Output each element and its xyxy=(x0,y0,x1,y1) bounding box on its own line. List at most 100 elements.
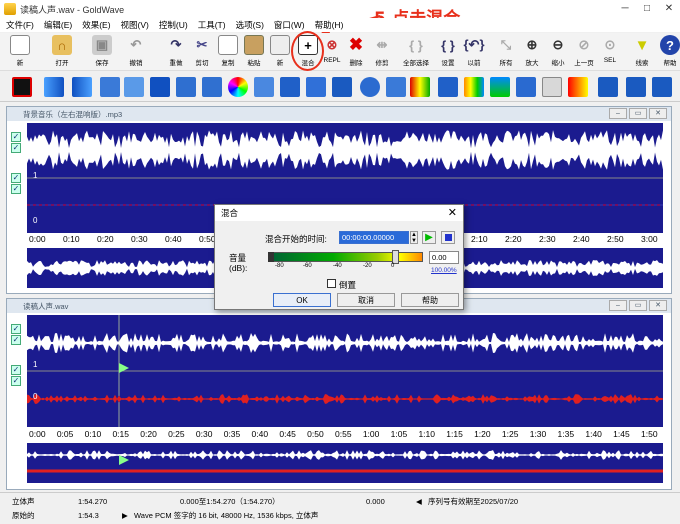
mix-start-time-input[interactable] xyxy=(339,231,409,244)
help-button[interactable]: ? 帮助 xyxy=(656,35,680,69)
mix-volume-input[interactable] xyxy=(429,251,459,264)
maximize-button[interactable]: □ xyxy=(636,0,658,18)
effect-10-icon[interactable] xyxy=(280,77,300,97)
voice-right-channel-check[interactable]: ✓ xyxy=(11,376,21,386)
menu-file[interactable]: 文件(F) xyxy=(6,19,34,31)
mix-volume-thumb[interactable] xyxy=(392,250,399,264)
voice-right-channel-toggle[interactable]: ✓ xyxy=(11,365,21,375)
menu-help[interactable]: 帮助(H) xyxy=(315,19,344,31)
effect-8-icon[interactable] xyxy=(228,77,248,97)
effect-11-icon[interactable] xyxy=(306,77,326,97)
effect-9-icon[interactable] xyxy=(254,77,274,97)
new-button[interactable]: 新 xyxy=(6,35,34,69)
mix-volume-slider[interactable] xyxy=(268,250,423,264)
paste-icon xyxy=(244,35,264,55)
menu-control[interactable]: 控制(U) xyxy=(159,19,188,31)
menu-options[interactable]: 选项(S) xyxy=(236,19,264,31)
close-button[interactable]: ✕ xyxy=(658,0,680,18)
effect-5-icon[interactable] xyxy=(150,77,170,97)
menu-view[interactable]: 视图(V) xyxy=(121,19,149,31)
voice-restore-button[interactable]: ▭ xyxy=(629,300,647,311)
effect-4-icon[interactable] xyxy=(124,77,144,97)
zoom-in-button[interactable]: ⊕ 放大 xyxy=(518,35,546,69)
menu-bar: 文件(F) 编辑(E) 效果(E) 视图(V) 控制(U) 工具(T) 选项(S… xyxy=(0,18,680,32)
zoom-out-button[interactable]: ⊖ 缩小 xyxy=(544,35,572,69)
cut-button[interactable]: ✂ 剪切 xyxy=(188,35,216,69)
effect-1-icon[interactable] xyxy=(44,77,64,97)
trim-button[interactable]: ⇹ 修剪 xyxy=(368,35,396,69)
effect-3-icon[interactable] xyxy=(100,77,120,97)
voice-left-channel-check[interactable]: ✓ xyxy=(11,335,21,345)
effect-6-icon[interactable] xyxy=(176,77,196,97)
sel-button[interactable]: ⊙ SEL xyxy=(596,35,624,69)
mix-play-button[interactable]: ▶ xyxy=(422,231,436,244)
status-original-label: 原始的 xyxy=(12,511,35,520)
effect-16-icon[interactable] xyxy=(438,77,458,97)
mix-start-time-spinner[interactable]: ▲ ▼ xyxy=(410,231,418,244)
mix-help-button[interactable]: 帮助 xyxy=(401,293,459,307)
effect-18-icon[interactable] xyxy=(490,77,510,97)
music-right-channel-check[interactable]: ✓ xyxy=(11,184,21,194)
effect-24-icon[interactable] xyxy=(652,77,672,97)
voice-waveform[interactable]: 1 0 xyxy=(27,315,663,427)
prev-page-button[interactable]: ⊘ 上一页 xyxy=(570,35,598,69)
voice-close-button[interactable]: ✕ xyxy=(649,300,667,311)
effect-19-icon[interactable] xyxy=(516,77,536,97)
cue-button[interactable]: ▼ 线索 xyxy=(628,35,656,69)
effect-17-icon[interactable] xyxy=(464,77,484,97)
paste-new-button[interactable]: 新 xyxy=(266,35,294,69)
mix-ok-button[interactable]: OK xyxy=(273,293,331,307)
music-window-title: 背景音乐（左右混响版）.mp3 xyxy=(23,109,123,119)
mix-volume-percent-link[interactable]: 100.00% xyxy=(431,267,457,274)
copy-button[interactable]: 复制 xyxy=(214,35,242,69)
effects-toolbar xyxy=(0,72,680,102)
menu-edit[interactable]: 编辑(E) xyxy=(44,19,72,31)
minimize-button[interactable]: ─ xyxy=(614,0,636,18)
effect-15-icon[interactable] xyxy=(410,77,430,97)
stop-effect-icon[interactable] xyxy=(12,77,32,97)
music-left-channel-toggle[interactable]: ✓ xyxy=(11,132,21,142)
effect-23-icon[interactable] xyxy=(626,77,646,97)
music-left-channel-check[interactable]: ✓ xyxy=(11,143,21,153)
music-restore-button[interactable]: ▭ xyxy=(629,108,647,119)
effect-13-icon[interactable] xyxy=(360,77,380,97)
undo-button[interactable]: ↶ 撤销 xyxy=(122,35,150,69)
status-mode: 立体声 xyxy=(12,497,35,506)
effect-14-icon[interactable] xyxy=(386,77,406,97)
mix-dialog-close-icon[interactable]: ✕ xyxy=(448,205,457,221)
select-all-button[interactable]: { } 全部选择 xyxy=(402,35,430,69)
previous-button[interactable]: {↶} 以前 xyxy=(460,35,488,69)
redo-icon: ↷ xyxy=(170,37,182,52)
effect-22-icon[interactable] xyxy=(598,77,618,97)
mix-cancel-button[interactable]: 取消 xyxy=(337,293,395,307)
set-button[interactable]: { } 设置 xyxy=(434,35,462,69)
timeline-tick: 0:55 xyxy=(335,429,352,439)
menu-effect[interactable]: 效果(E) xyxy=(82,19,110,31)
menu-tools[interactable]: 工具(T) xyxy=(198,19,226,31)
effect-2-icon[interactable] xyxy=(72,77,92,97)
effect-20-icon[interactable] xyxy=(542,77,562,97)
mix-stop-button[interactable] xyxy=(441,231,455,244)
scale-tick-0: 0 xyxy=(391,263,395,269)
music-minimize-button[interactable]: – xyxy=(609,108,627,119)
all-button[interactable]: ⤡ 所有 xyxy=(492,35,520,69)
voice-minimize-button[interactable]: – xyxy=(609,300,627,311)
effect-12-icon[interactable] xyxy=(332,77,352,97)
delete-button[interactable]: ✖ 删除 xyxy=(342,35,370,69)
voice-channel-label-0: 0 xyxy=(33,392,38,401)
paste-button[interactable]: 粘贴 xyxy=(240,35,268,69)
effect-7-icon[interactable] xyxy=(202,77,222,97)
effect-21-icon[interactable] xyxy=(568,77,588,97)
voice-overview[interactable] xyxy=(27,443,663,483)
music-close-button[interactable]: ✕ xyxy=(649,108,667,119)
open-button[interactable]: ∩ 打开 xyxy=(48,35,76,69)
voice-window: 读稿人声.wav – ▭ ✕ ✓ ✓ ✓ ✓ 1 0 0:00 0:05 0:10 0… xyxy=(6,298,672,490)
redo-button[interactable]: ↷ 重做 xyxy=(162,35,190,69)
mix-invert-checkbox[interactable] xyxy=(327,279,336,288)
voice-left-channel-toggle[interactable]: ✓ xyxy=(11,324,21,334)
voice-channel-controls: ✓ ✓ ✓ ✓ xyxy=(11,323,23,387)
timeline-tick: 1:50 xyxy=(641,429,658,439)
menu-window[interactable]: 窗口(W) xyxy=(274,19,305,31)
music-right-channel-toggle[interactable]: ✓ xyxy=(11,173,21,183)
save-button[interactable]: ▣ 保存 xyxy=(88,35,116,69)
